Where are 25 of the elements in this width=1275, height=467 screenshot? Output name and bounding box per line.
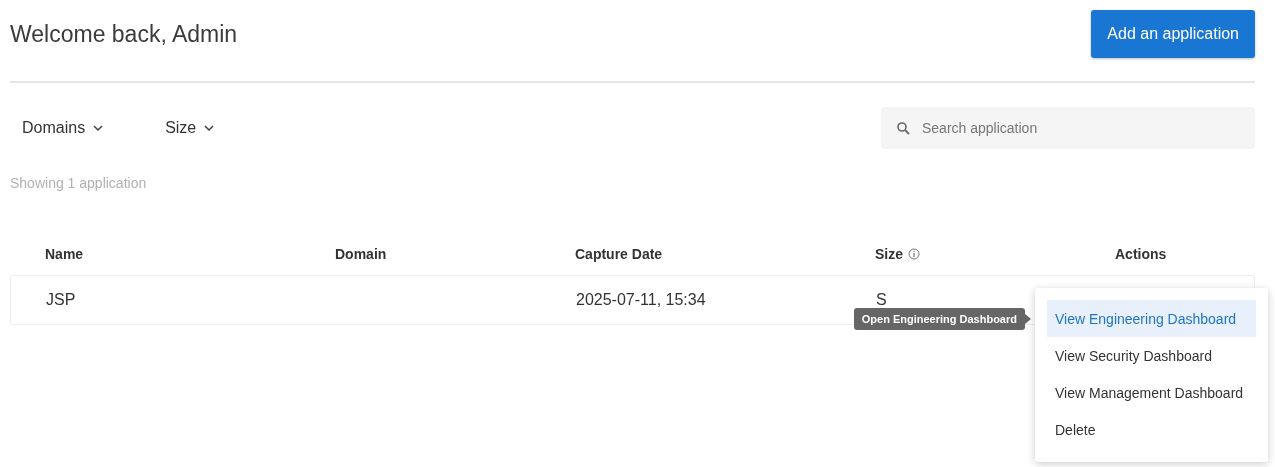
chevron-down-icon (204, 125, 215, 131)
menu-item[interactable]: Delete (1047, 411, 1256, 448)
filter-dropdown[interactable]: Domains (10, 119, 116, 137)
menu-item[interactable]: View Engineering Dashboard (1047, 300, 1256, 337)
search-icon (897, 121, 910, 135)
column-header: Actions (1115, 246, 1167, 262)
chevron-down-icon (93, 125, 104, 131)
column-header: Name (45, 246, 84, 262)
table-cell-text: JSP (45, 291, 77, 309)
search-field[interactable]: Search application (881, 107, 1255, 149)
column-header: Size (875, 246, 903, 262)
page-title: Welcome back, Admin (10, 20, 238, 48)
add-application-button[interactable]: Add an application (1091, 10, 1255, 58)
table-cell-text: 2025-07-11, 15:34 (575, 291, 707, 309)
filter-dropdown[interactable]: Size (153, 119, 227, 137)
tooltip: Open Engineering Dashboard (853, 307, 1025, 330)
info-icon (908, 248, 920, 260)
column-header: Domain (335, 246, 387, 262)
menu-item[interactable]: View Security Dashboard (1047, 337, 1256, 374)
result-count: Showing 1 application (10, 175, 148, 191)
search-input[interactable]: Search application (920, 119, 1255, 137)
table-cell-text: S (875, 291, 888, 309)
column-header: Capture Date (575, 246, 663, 262)
tooltip-pointer-icon (1025, 313, 1031, 324)
menu-item[interactable]: View Management Dashboard (1047, 374, 1256, 411)
